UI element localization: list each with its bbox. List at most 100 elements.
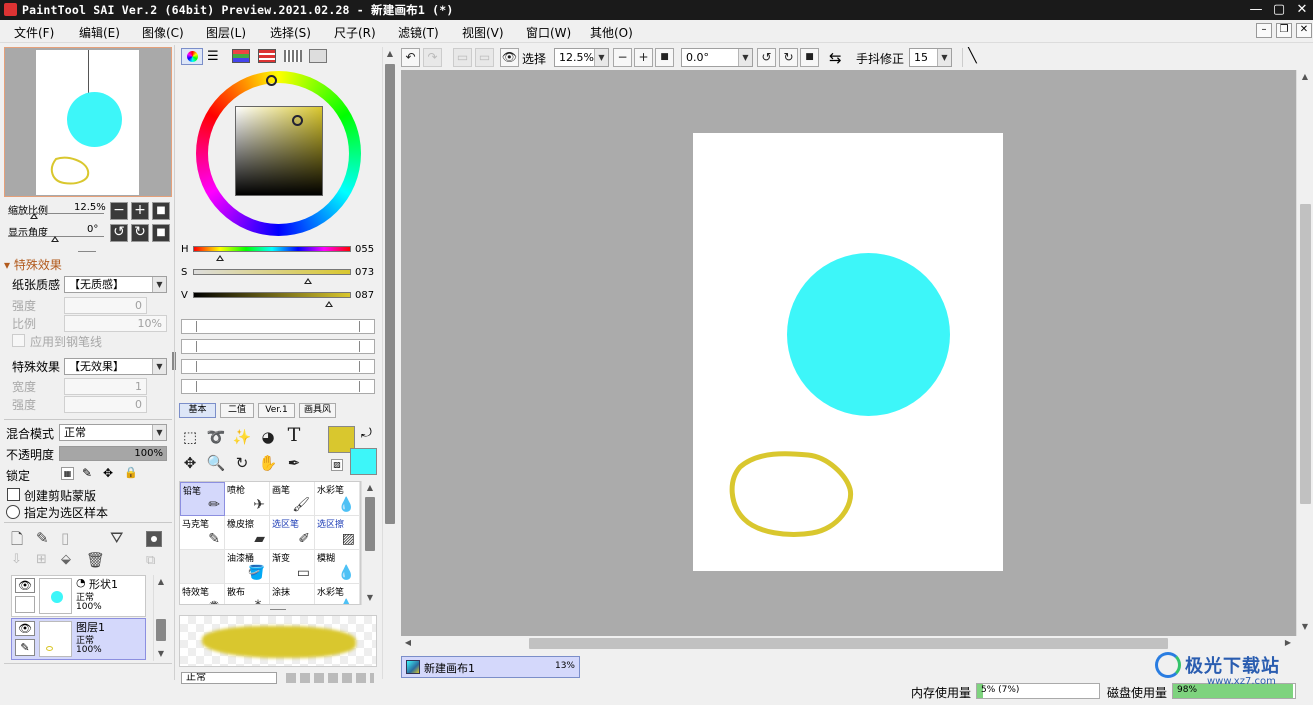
rotate-right-button[interactable]: ↻	[131, 224, 149, 242]
brush-cell[interactable]: 水彩笔💧	[315, 482, 360, 516]
toolbar-zoom-in-button[interactable]: +	[634, 48, 653, 67]
menu-other[interactable]: 其他(O)	[590, 24, 633, 41]
tab-basic[interactable]: 基本	[179, 403, 216, 418]
paper-texture-select[interactable]: 【无质感】 ▼	[64, 276, 167, 293]
menu-view[interactable]: 视图(V)	[462, 24, 504, 41]
scroll-right-icon[interactable]: ▶	[1281, 636, 1295, 650]
close-button[interactable]: ✕	[1291, 0, 1313, 20]
eyedropper-icon[interactable]: ✒	[283, 452, 305, 474]
lock-move-icon[interactable]: ✥	[103, 466, 113, 480]
clipping-mask-checkbox[interactable]	[7, 488, 20, 501]
h-slider[interactable]	[193, 246, 351, 252]
new-layer-icon[interactable]: 🗋	[11, 529, 23, 554]
angle-select[interactable]: 0.0° ▼	[681, 48, 753, 67]
lasso-icon[interactable]: ➰	[205, 426, 227, 448]
custom-slider-2[interactable]	[181, 339, 375, 354]
brush-cell[interactable]: 马克笔 ✎	[180, 516, 225, 550]
scroll-down-icon[interactable]: ▼	[154, 647, 168, 661]
v-slider[interactable]	[193, 292, 351, 298]
flip-horizontal-icon[interactable]: ⇆	[829, 49, 842, 67]
angle-slider-handle[interactable]	[51, 236, 59, 242]
transparent-color-icon[interactable]: ▨	[331, 459, 343, 471]
h-slider-handle[interactable]	[216, 255, 224, 261]
tab-ver1[interactable]: Ver.1	[258, 403, 295, 418]
eye-icon[interactable]: 👁	[15, 578, 35, 593]
layer-row[interactable]: 👁 ✎ 图层1 正常 100%	[11, 618, 146, 660]
canvas-tab[interactable]: 新建画布1 13%	[401, 656, 580, 678]
panel-grip[interactable]	[270, 609, 286, 610]
move-icon[interactable]: ✥	[179, 452, 201, 474]
menu-layer[interactable]: 图层(L)	[206, 24, 246, 41]
rgb-slider-tab-icon[interactable]: ☰	[207, 49, 219, 64]
eye-icon[interactable]: 👁	[15, 621, 35, 636]
brush-cell[interactable]: 选区笔 ✐	[270, 516, 315, 550]
rotate-view-icon[interactable]: ↻	[231, 452, 253, 474]
mdi-restore-button[interactable]: ❐	[1276, 23, 1292, 38]
redo-button[interactable]: ↷	[423, 48, 442, 67]
zoom-slider[interactable]	[8, 213, 104, 214]
swatches-tab-icon[interactable]	[284, 50, 302, 62]
tool-panel-scroll-thumb[interactable]	[385, 64, 395, 524]
mdi-minimize-button[interactable]: –	[1256, 23, 1272, 38]
brush-cell[interactable]: 涂抹 ☁	[270, 584, 315, 604]
sv-square[interactable]	[235, 106, 323, 196]
minimize-button[interactable]: —	[1245, 0, 1267, 20]
scroll-up-icon[interactable]: ▲	[154, 575, 168, 589]
brush-scroll-thumb[interactable]	[365, 497, 375, 551]
scroll-left-icon[interactable]: ◀	[401, 636, 415, 650]
menu-file[interactable]: 文件(F)	[14, 24, 54, 41]
tab-binary[interactable]: 二值	[220, 403, 254, 418]
brush-cell[interactable]: 水彩笔💧	[315, 584, 360, 604]
effect-select[interactable]: 【无效果】 ▼	[64, 358, 167, 375]
hsv-slider-tab-icon[interactable]	[232, 49, 250, 63]
lock-all-icon[interactable]: 🔒	[124, 466, 138, 479]
menu-edit[interactable]: 编辑(E)	[79, 24, 120, 41]
brush-cell[interactable]: 喷枪 ✈	[225, 482, 270, 516]
toolbar-rotate-right-button[interactable]: ↻	[779, 48, 798, 67]
v-slider-handle[interactable]	[325, 301, 333, 307]
brush-cell[interactable]: 渐变 ▭	[270, 550, 315, 584]
tab-artistic[interactable]: 画具风	[299, 403, 336, 418]
scroll-down-icon[interactable]: ▼	[363, 591, 377, 605]
canvas-v-scrollbar[interactable]: ▲ ▼	[1296, 70, 1313, 636]
palette-tab-icon[interactable]	[258, 49, 276, 63]
brush-cell[interactable]: 油漆桶 🪣	[225, 550, 270, 584]
custom-slider-4[interactable]	[181, 379, 375, 394]
navigator-preview[interactable]	[4, 47, 172, 197]
menu-select[interactable]: 选择(S)	[270, 24, 311, 41]
menu-ruler[interactable]: 尺子(R)	[334, 24, 376, 41]
hue-ring-marker[interactable]	[266, 75, 277, 86]
brush-scrollbar[interactable]: ▲ ▼	[361, 481, 377, 605]
layer-duplicate-icon[interactable]: ⧉	[146, 553, 155, 568]
brush-cell[interactable]: 橡皮擦 ▰	[225, 516, 270, 550]
zoom-reset-button[interactable]: ■	[152, 202, 170, 220]
zoom-slider-handle[interactable]	[30, 213, 38, 219]
canvas-v-scroll-thumb[interactable]	[1300, 204, 1311, 504]
layer-down-icon[interactable]: ⇩	[11, 552, 22, 567]
zoom-select[interactable]: 12.5% ▼	[554, 48, 609, 67]
strength-field[interactable]: 0	[64, 297, 147, 314]
rotate-left-button[interactable]: ↺	[110, 224, 128, 242]
menu-image[interactable]: 图像(C)	[142, 24, 184, 41]
magic-wand-icon[interactable]: ✨	[231, 426, 253, 448]
empty-brush-cell[interactable]	[180, 550, 225, 584]
s-slider-handle[interactable]	[304, 278, 312, 284]
layer-merge-icon[interactable]: ⊞	[36, 552, 47, 567]
layer-mask-icon[interactable]	[146, 531, 162, 547]
canvas-viewport[interactable]	[401, 70, 1296, 636]
stabilizer-select[interactable]: 15 ▼	[909, 48, 952, 67]
strength2-field[interactable]: 0	[64, 396, 147, 413]
hand-icon[interactable]: ✋	[257, 452, 279, 474]
blend-mode-select[interactable]: 正常 ▼	[59, 424, 167, 441]
brush-cell[interactable]: 特效笔✺	[180, 584, 225, 604]
sv-marker[interactable]	[292, 115, 303, 126]
maximize-button[interactable]: ▢	[1268, 0, 1290, 20]
brush-cell[interactable]: 画笔 🖌	[270, 482, 315, 516]
layer-row[interactable]: 👁 ◔ 形状1 正常 100%	[11, 575, 146, 617]
panel-grip[interactable]	[78, 251, 96, 252]
color-wheel-tab-icon[interactable]	[181, 48, 203, 65]
layer-scroll-thumb[interactable]	[156, 619, 166, 641]
straight-line-icon[interactable]: ╲	[962, 48, 982, 67]
menu-window[interactable]: 窗口(W)	[526, 24, 571, 41]
canvas-h-scrollbar[interactable]: ◀ ▶	[401, 636, 1296, 651]
